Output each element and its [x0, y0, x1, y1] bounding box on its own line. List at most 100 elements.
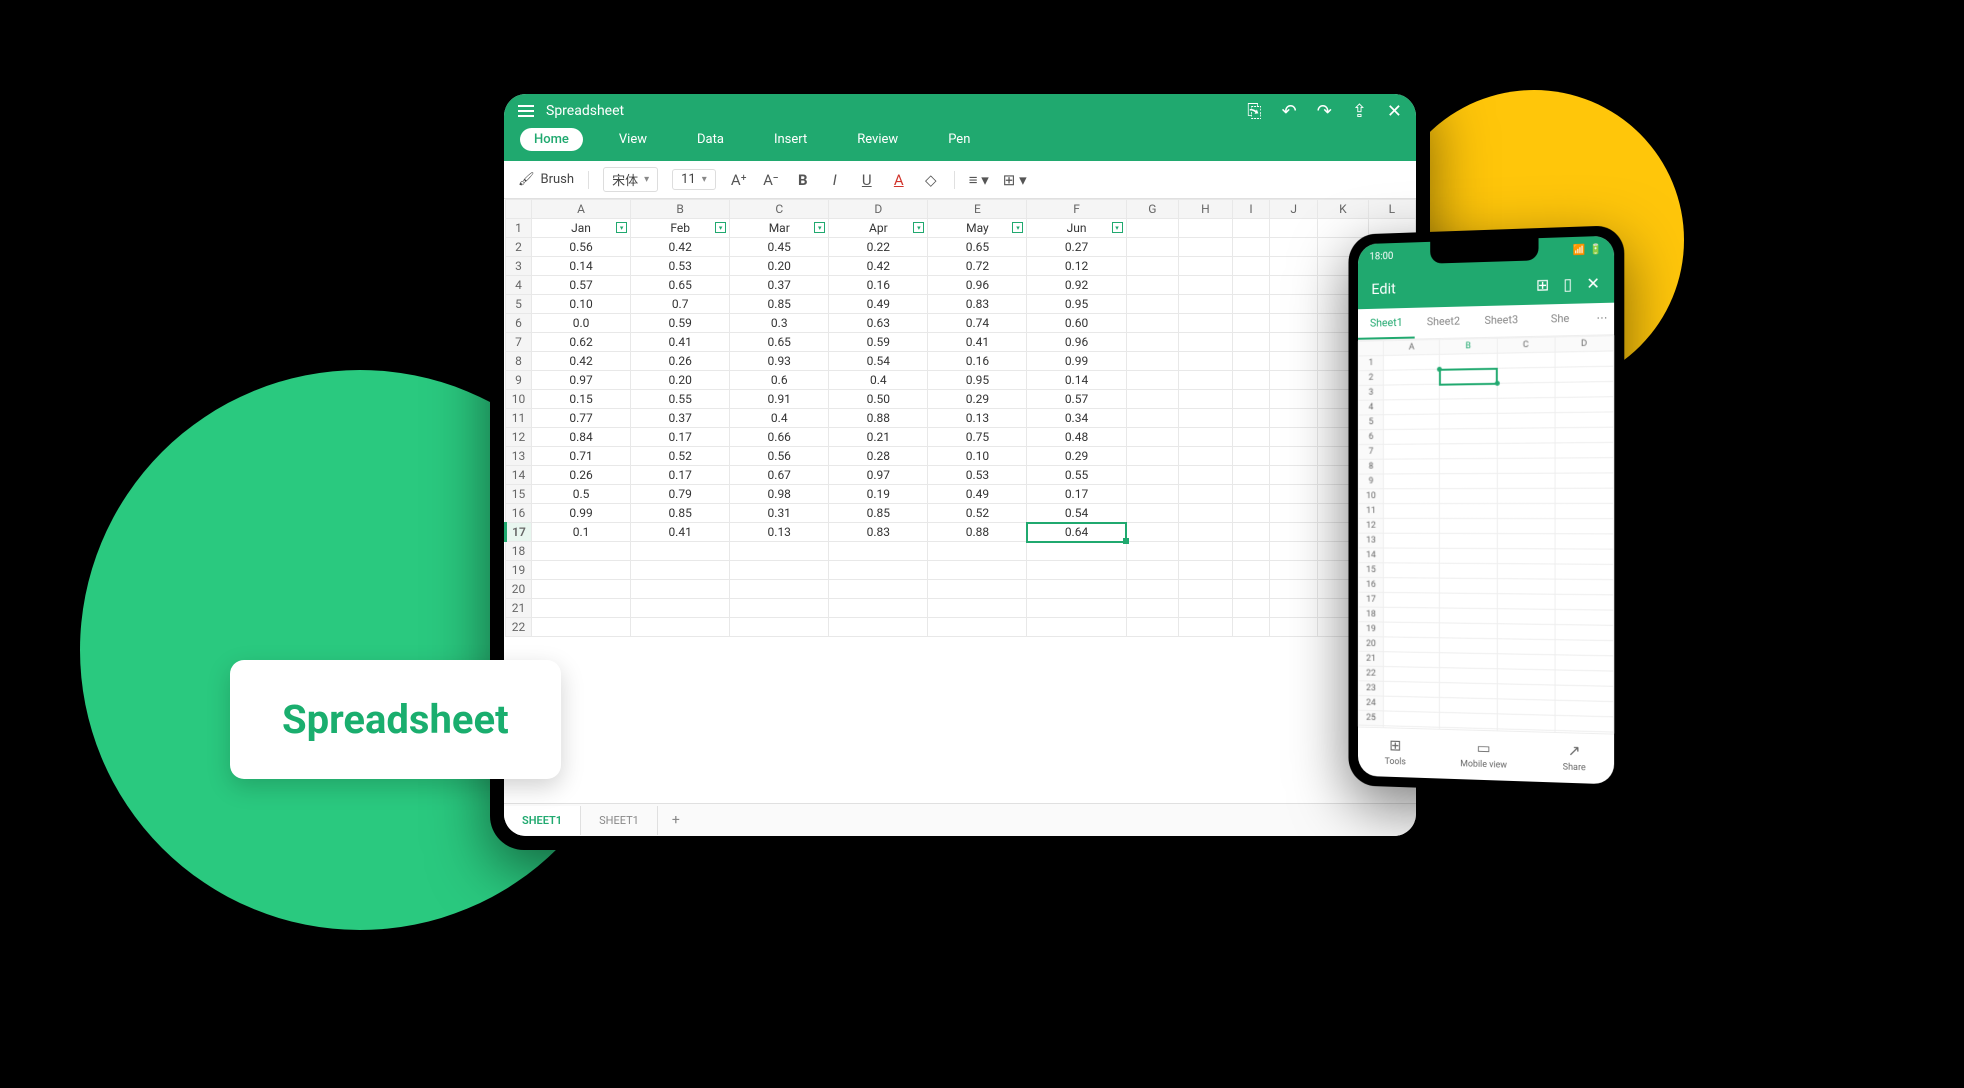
cell[interactable]: 0.71	[532, 447, 631, 466]
phone-cell[interactable]	[1555, 412, 1614, 428]
cell[interactable]	[1179, 276, 1233, 295]
phone-cell[interactable]	[1384, 533, 1440, 548]
row-header[interactable]: 2	[506, 238, 532, 257]
filter-icon[interactable]: ▾	[1012, 222, 1023, 233]
phone-cell[interactable]	[1497, 639, 1555, 655]
cell[interactable]: May▾	[928, 219, 1027, 238]
cell[interactable]	[1179, 504, 1233, 523]
phone-row-header[interactable]: 13	[1358, 533, 1383, 548]
cell[interactable]	[1179, 333, 1233, 352]
phone-cell[interactable]	[1440, 533, 1497, 548]
row-header[interactable]: 13	[506, 447, 532, 466]
cell[interactable]	[829, 618, 928, 637]
font-color-icon[interactable]: A	[890, 171, 908, 189]
increase-font-icon[interactable]: A⁺	[730, 171, 748, 189]
cell[interactable]	[1270, 618, 1318, 637]
cell[interactable]: 0.13	[928, 409, 1027, 428]
cell[interactable]: 0.14	[532, 257, 631, 276]
cell[interactable]: 0.72	[928, 257, 1027, 276]
phone-cell[interactable]	[1384, 354, 1440, 370]
cell[interactable]	[1232, 618, 1270, 637]
cell[interactable]: 0.96	[928, 276, 1027, 295]
cell[interactable]: 0.77	[532, 409, 631, 428]
phone-cell[interactable]	[1555, 458, 1614, 474]
cell[interactable]: 0.92	[1027, 276, 1126, 295]
phone-cell[interactable]	[1384, 681, 1440, 697]
cell[interactable]: 0.41	[631, 523, 730, 542]
phone-row-header[interactable]: 7	[1358, 444, 1383, 459]
cell[interactable]	[1179, 238, 1233, 257]
cell[interactable]	[1270, 295, 1318, 314]
phone-cell[interactable]	[1555, 609, 1614, 625]
cell[interactable]	[928, 542, 1027, 561]
redo-icon[interactable]: ↷	[1317, 101, 1332, 122]
phone-cell[interactable]	[1555, 397, 1614, 413]
col-header-A[interactable]: A	[532, 200, 631, 219]
cell[interactable]	[1232, 466, 1270, 485]
cell[interactable]	[1270, 219, 1318, 238]
phone-cell[interactable]	[1440, 623, 1497, 639]
phone-cell[interactable]	[1384, 666, 1440, 682]
cell[interactable]: 0.83	[829, 523, 928, 542]
phone-row-header[interactable]: 3	[1358, 385, 1383, 400]
font-size-select[interactable]: 11▾	[672, 169, 716, 190]
cell[interactable]: 0.79	[631, 485, 730, 504]
col-header-D[interactable]: D	[829, 200, 928, 219]
cell[interactable]	[1027, 580, 1126, 599]
cell[interactable]	[1179, 466, 1233, 485]
cell[interactable]	[1270, 276, 1318, 295]
cell[interactable]	[1232, 504, 1270, 523]
phone-cell[interactable]	[1555, 655, 1614, 671]
cell[interactable]: 0.85	[631, 504, 730, 523]
row-header[interactable]: 17	[506, 523, 532, 542]
cell[interactable]	[1179, 428, 1233, 447]
col-header-C[interactable]: C	[730, 200, 829, 219]
cell[interactable]: 0.4	[829, 371, 928, 390]
cell[interactable]: 0.14	[1027, 371, 1126, 390]
cell[interactable]	[1179, 618, 1233, 637]
phone-row-header[interactable]: 21	[1358, 651, 1383, 666]
cell[interactable]: 0.20	[631, 371, 730, 390]
phone-cell[interactable]	[1497, 382, 1555, 398]
cell[interactable]	[1126, 219, 1179, 238]
phone-sheet-tab[interactable]: Sheet2	[1415, 306, 1473, 338]
phone-cell[interactable]	[1555, 381, 1614, 397]
cell[interactable]	[1232, 314, 1270, 333]
phone-row-header[interactable]: 20	[1358, 636, 1383, 651]
row-header[interactable]: 4	[506, 276, 532, 295]
cell[interactable]: 0.16	[928, 352, 1027, 371]
row-header[interactable]: 19	[506, 561, 532, 580]
phone-cell[interactable]	[1555, 685, 1614, 702]
cell[interactable]	[1179, 523, 1233, 542]
cell[interactable]	[1232, 542, 1270, 561]
cell[interactable]	[730, 542, 829, 561]
phone-cell[interactable]	[1555, 564, 1614, 580]
cell[interactable]	[1270, 352, 1318, 371]
cell[interactable]: 0.99	[532, 504, 631, 523]
col-header-F[interactable]: F	[1027, 200, 1126, 219]
align-icon[interactable]: ≡ ▾	[969, 171, 989, 189]
cell[interactable]	[1179, 542, 1233, 561]
phone-cell[interactable]	[1497, 669, 1555, 685]
phone-cell[interactable]	[1384, 607, 1440, 623]
cell[interactable]: 0.52	[631, 447, 730, 466]
phone-cell[interactable]	[1497, 579, 1555, 595]
cell[interactable]: 0.60	[1027, 314, 1126, 333]
phone-cell[interactable]	[1384, 548, 1440, 563]
more-sheets-icon[interactable]: ⋯	[1590, 303, 1614, 335]
cell[interactable]	[1270, 561, 1318, 580]
ribbon-tab-insert[interactable]: Insert	[760, 128, 821, 151]
cell[interactable]	[1179, 219, 1233, 238]
cell[interactable]: 0.54	[1027, 504, 1126, 523]
phone-cell[interactable]	[1555, 366, 1614, 382]
phone-cell[interactable]	[1555, 715, 1614, 732]
cell[interactable]: 0.31	[730, 504, 829, 523]
cell[interactable]	[1232, 257, 1270, 276]
cell[interactable]: 0.49	[928, 485, 1027, 504]
cell[interactable]: 0.99	[1027, 352, 1126, 371]
phone-row-header[interactable]: 1	[1358, 355, 1383, 370]
phone-cell[interactable]	[1497, 503, 1555, 518]
cell[interactable]	[1179, 447, 1233, 466]
phone-col-header[interactable]: D	[1555, 336, 1614, 352]
row-header[interactable]: 12	[506, 428, 532, 447]
